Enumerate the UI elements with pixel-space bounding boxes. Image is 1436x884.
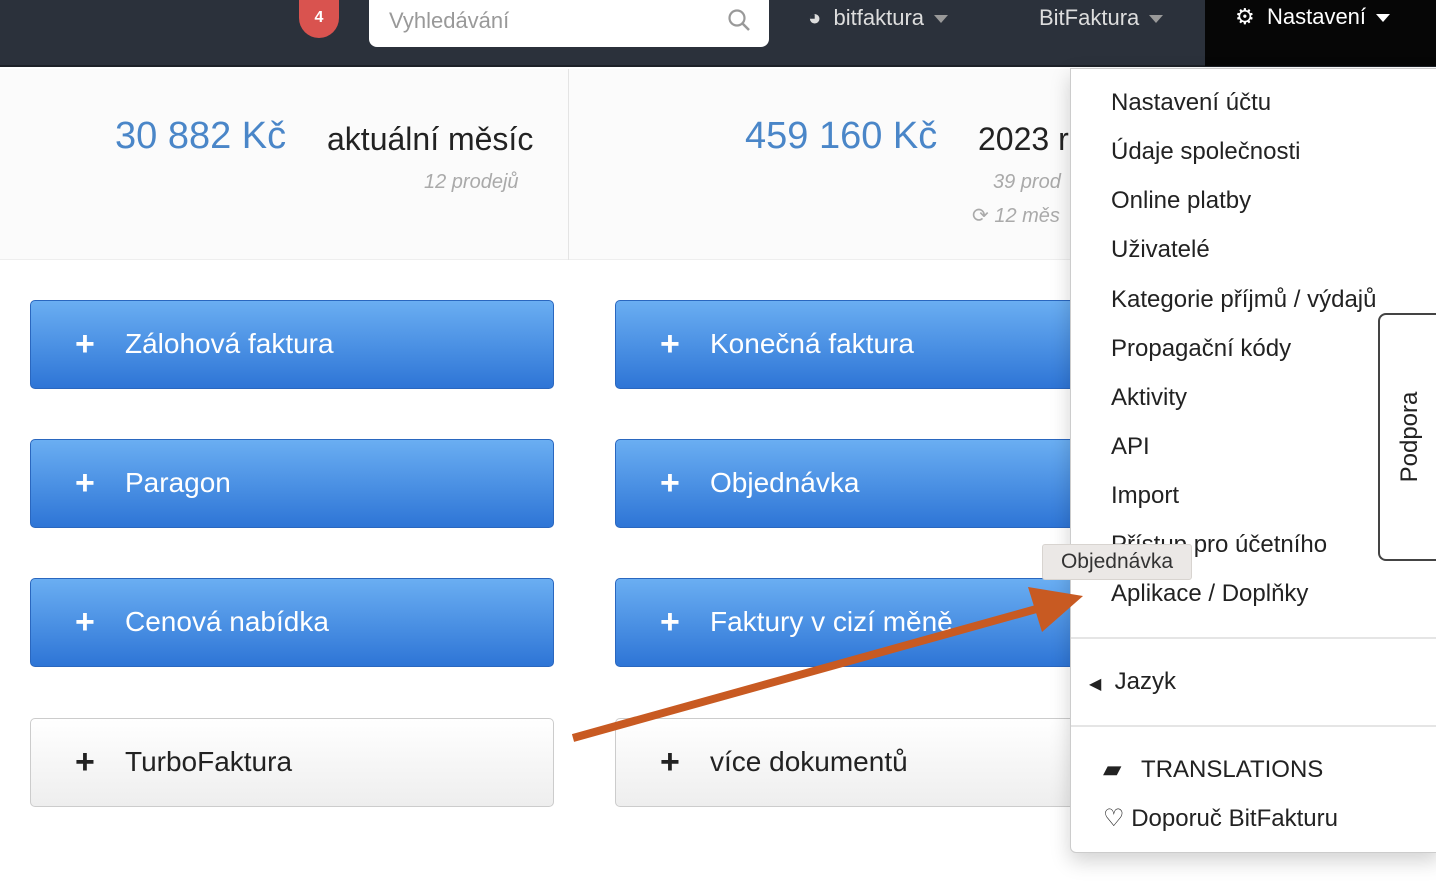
tooltip: Objednávka: [1042, 544, 1192, 580]
annotation-arrow: [571, 587, 1083, 742]
